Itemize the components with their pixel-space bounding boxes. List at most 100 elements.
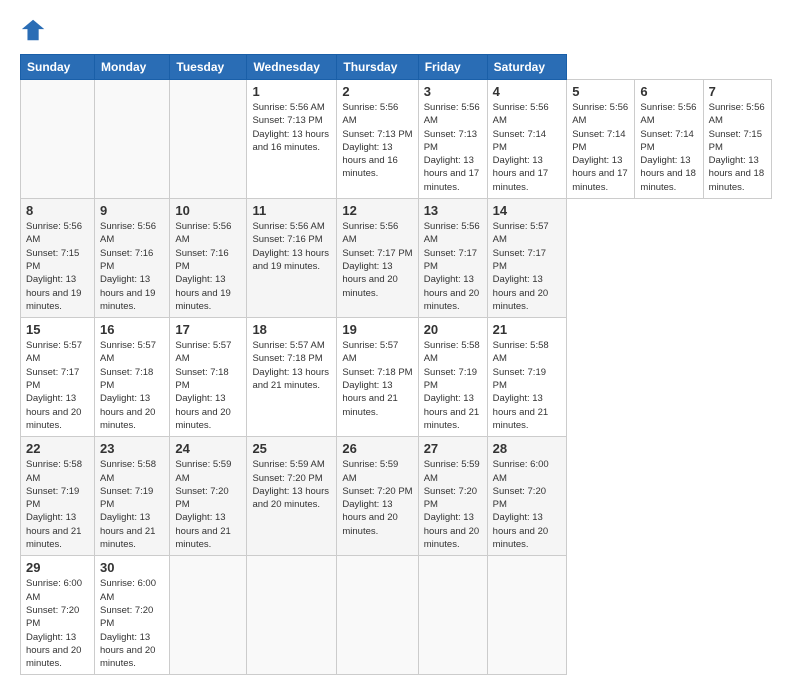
sunrise-text: Sunrise: 5:59 AM [424,459,480,483]
sunset-text: Sunset: 7:20 PM [175,486,228,510]
day-info: Sunrise: 5:56 AM Sunset: 7:17 PM Dayligh… [342,220,412,300]
daylight-text: Daylight: 13 hours and 20 minutes. [100,393,155,431]
day-info: Sunrise: 5:56 AM Sunset: 7:14 PM Dayligh… [572,101,629,194]
sunset-text: Sunset: 7:17 PM [26,367,79,391]
daylight-text: Daylight: 13 hours and 20 minutes. [342,499,397,537]
day-info: Sunrise: 5:57 AM Sunset: 7:18 PM Dayligh… [100,339,164,432]
sunrise-text: Sunrise: 5:58 AM [424,340,480,364]
daylight-text: Daylight: 13 hours and 21 minutes. [100,512,155,550]
daylight-text: Daylight: 13 hours and 20 minutes. [342,261,397,299]
daylight-text: Daylight: 13 hours and 21 minutes. [424,393,479,431]
header-thursday: Thursday [337,55,418,80]
day-number: 4 [493,84,562,99]
day-info: Sunrise: 5:58 AM Sunset: 7:19 PM Dayligh… [493,339,562,432]
header-sunday: Sunday [21,55,95,80]
sunrise-text: Sunrise: 6:00 AM [493,459,549,483]
day-number: 19 [342,322,412,337]
calendar-cell: 30 Sunrise: 6:00 AM Sunset: 7:20 PM Dayl… [95,556,170,675]
day-number: 8 [26,203,89,218]
calendar-header-row: SundayMondayTuesdayWednesdayThursdayFrid… [21,55,772,80]
calendar-cell [170,556,247,675]
sunset-text: Sunset: 7:15 PM [709,129,762,153]
calendar-cell [95,80,170,199]
day-number: 2 [342,84,412,99]
sunrise-text: Sunrise: 5:56 AM [342,102,398,126]
day-info: Sunrise: 5:59 AM Sunset: 7:20 PM Dayligh… [175,458,241,551]
daylight-text: Daylight: 13 hours and 19 minutes. [100,274,155,312]
day-info: Sunrise: 5:56 AM Sunset: 7:15 PM Dayligh… [709,101,766,194]
calendar-cell: 14 Sunrise: 5:57 AM Sunset: 7:17 PM Dayl… [487,199,567,318]
day-info: Sunrise: 5:56 AM Sunset: 7:15 PM Dayligh… [26,220,89,313]
sunrise-text: Sunrise: 5:57 AM [175,340,231,364]
sunset-text: Sunset: 7:13 PM [252,115,322,126]
day-info: Sunrise: 5:56 AM Sunset: 7:16 PM Dayligh… [100,220,164,313]
daylight-text: Daylight: 13 hours and 20 minutes. [424,512,479,550]
calendar-cell: 6 Sunrise: 5:56 AM Sunset: 7:14 PM Dayli… [635,80,703,199]
day-info: Sunrise: 5:59 AM Sunset: 7:20 PM Dayligh… [342,458,412,538]
day-info: Sunrise: 6:00 AM Sunset: 7:20 PM Dayligh… [493,458,562,551]
day-info: Sunrise: 5:57 AM Sunset: 7:17 PM Dayligh… [26,339,89,432]
day-info: Sunrise: 5:56 AM Sunset: 7:16 PM Dayligh… [175,220,241,313]
daylight-text: Daylight: 13 hours and 18 minutes. [640,155,695,193]
daylight-text: Daylight: 13 hours and 21 minutes. [252,367,329,391]
sunset-text: Sunset: 7:16 PM [175,248,228,272]
calendar-cell: 20 Sunrise: 5:58 AM Sunset: 7:19 PM Dayl… [418,318,487,437]
calendar-cell: 28 Sunrise: 6:00 AM Sunset: 7:20 PM Dayl… [487,437,567,556]
calendar-cell: 3 Sunrise: 5:56 AM Sunset: 7:13 PM Dayli… [418,80,487,199]
calendar-cell: 17 Sunrise: 5:57 AM Sunset: 7:18 PM Dayl… [170,318,247,437]
day-number: 18 [252,322,331,337]
daylight-text: Daylight: 13 hours and 20 minutes. [26,393,81,431]
calendar-cell: 5 Sunrise: 5:56 AM Sunset: 7:14 PM Dayli… [567,80,635,199]
day-number: 3 [424,84,482,99]
daylight-text: Daylight: 13 hours and 20 minutes. [175,393,230,431]
calendar-cell: 2 Sunrise: 5:56 AM Sunset: 7:13 PM Dayli… [337,80,418,199]
day-number: 13 [424,203,482,218]
sunrise-text: Sunrise: 5:56 AM [252,221,324,232]
sunset-text: Sunset: 7:17 PM [493,248,546,272]
daylight-text: Daylight: 13 hours and 17 minutes. [493,155,548,193]
page: SundayMondayTuesdayWednesdayThursdayFrid… [0,0,792,612]
sunset-text: Sunset: 7:18 PM [175,367,228,391]
daylight-text: Daylight: 13 hours and 20 minutes. [100,632,155,670]
calendar: SundayMondayTuesdayWednesdayThursdayFrid… [20,54,772,675]
day-info: Sunrise: 5:56 AM Sunset: 7:17 PM Dayligh… [424,220,482,313]
sunset-text: Sunset: 7:14 PM [493,129,546,153]
day-number: 21 [493,322,562,337]
sunrise-text: Sunrise: 5:59 AM [252,459,324,470]
day-number: 17 [175,322,241,337]
sunrise-text: Sunrise: 5:56 AM [572,102,628,126]
calendar-cell: 24 Sunrise: 5:59 AM Sunset: 7:20 PM Dayl… [170,437,247,556]
day-info: Sunrise: 5:58 AM Sunset: 7:19 PM Dayligh… [26,458,89,551]
day-info: Sunrise: 5:59 AM Sunset: 7:20 PM Dayligh… [252,458,331,511]
day-number: 22 [26,441,89,456]
calendar-cell: 8 Sunrise: 5:56 AM Sunset: 7:15 PM Dayli… [21,199,95,318]
day-number: 25 [252,441,331,456]
day-info: Sunrise: 5:57 AM Sunset: 7:17 PM Dayligh… [493,220,562,313]
day-info: Sunrise: 5:59 AM Sunset: 7:20 PM Dayligh… [424,458,482,551]
daylight-text: Daylight: 13 hours and 20 minutes. [424,274,479,312]
calendar-cell [337,556,418,675]
sunrise-text: Sunrise: 5:56 AM [424,221,480,245]
calendar-cell [170,80,247,199]
sunrise-text: Sunrise: 5:59 AM [175,459,231,483]
daylight-text: Daylight: 13 hours and 20 minutes. [26,632,81,670]
calendar-cell: 9 Sunrise: 5:56 AM Sunset: 7:16 PM Dayli… [95,199,170,318]
calendar-cell: 23 Sunrise: 5:58 AM Sunset: 7:19 PM Dayl… [95,437,170,556]
day-info: Sunrise: 5:58 AM Sunset: 7:19 PM Dayligh… [100,458,164,551]
calendar-cell: 4 Sunrise: 5:56 AM Sunset: 7:14 PM Dayli… [487,80,567,199]
calendar-cell: 29 Sunrise: 6:00 AM Sunset: 7:20 PM Dayl… [21,556,95,675]
sunrise-text: Sunrise: 5:57 AM [493,221,549,245]
header-saturday: Saturday [487,55,567,80]
week-row-4: 29 Sunrise: 6:00 AM Sunset: 7:20 PM Dayl… [21,556,772,675]
day-info: Sunrise: 5:56 AM Sunset: 7:16 PM Dayligh… [252,220,331,273]
day-number: 30 [100,560,164,575]
day-info: Sunrise: 6:00 AM Sunset: 7:20 PM Dayligh… [26,577,89,670]
sunset-text: Sunset: 7:18 PM [100,367,153,391]
sunrise-text: Sunrise: 5:58 AM [26,459,82,483]
sunrise-text: Sunrise: 5:58 AM [493,340,549,364]
sunrise-text: Sunrise: 5:56 AM [709,102,765,126]
sunset-text: Sunset: 7:20 PM [342,486,412,497]
day-info: Sunrise: 5:58 AM Sunset: 7:19 PM Dayligh… [424,339,482,432]
sunrise-text: Sunrise: 5:56 AM [252,102,324,113]
sunrise-text: Sunrise: 5:56 AM [175,221,231,245]
